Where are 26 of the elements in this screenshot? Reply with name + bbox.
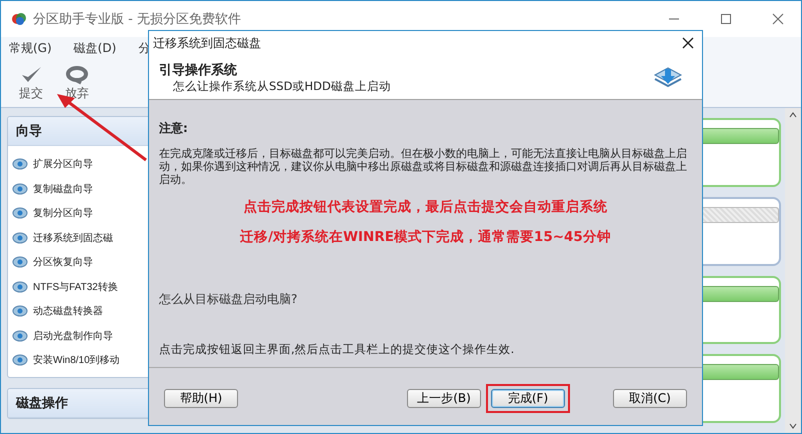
sidebar-item[interactable]: 复制磁盘向导 [12,176,158,201]
step-heading: 引导操作系统 [159,62,238,78]
question-text: 怎么从目标磁盘启动电脑? [159,291,298,308]
toolbar-button[interactable]: 提交 [19,64,43,102]
dialog-button[interactable]: 完成(F) [491,389,565,408]
annotation-text: 迁移/对拷系统在WINRE模式下完成，通常需要15~45分钟 [239,228,612,246]
instruction-text: 点击完成按钮返回主界面,然后点击工具栏上的提交使这个操作生效. [159,342,516,357]
sidebar-item[interactable]: 迁移系统到固态磁 [12,226,158,250]
window-title: 分区助手专业版 - 无损分区免费软件 [33,11,241,28]
dialog-button[interactable]: 帮助(H) [164,389,238,408]
sidebar-item[interactable]: 分区恢复向导 [12,250,158,274]
dialog-button[interactable]: 上一步(B) [407,389,481,408]
sidebar-item[interactable]: NTFS与FAT32转换 [12,274,158,299]
annotation-text: 点击完成按钮代表设置完成，最后点击提交会自动重启系统 [242,198,608,216]
dialog-button[interactable]: 取消(C) [613,389,687,408]
sidebar-item[interactable]: 安装Win8/10到移动 [12,348,158,372]
notice-text: 在完成克隆或迁移后，目标磁盘都可以完美启动。但在极小数的电脑上，可能无法直接让电脑从目标磁盘上启动，如果你遇到这种情况，建议你从电脑中移出原磁盘或将目标磁盘和源磁盘连接插口对调后再从目标磁盘上启动。 [159,147,688,186]
sidebar-item[interactable]: 启动光盘制作向导 [12,324,158,348]
menu-item[interactable]: 常规(G) [9,40,52,56]
step-subheading: 怎么让操作系统从SSD或HDD磁盘上启动 [172,78,392,94]
sidebar-item[interactable]: 扩展分区向导 [12,152,158,176]
sidebar-item[interactable]: 动态磁盘转换器 [12,299,158,324]
dialog-title: 迁移系统到固态磁盘 [153,34,261,52]
sidebar-item[interactable]: 复制分区向导 [12,201,158,226]
menu-item[interactable]: 磁盘(D) [74,40,116,56]
notice-label: 注意: [159,120,189,137]
